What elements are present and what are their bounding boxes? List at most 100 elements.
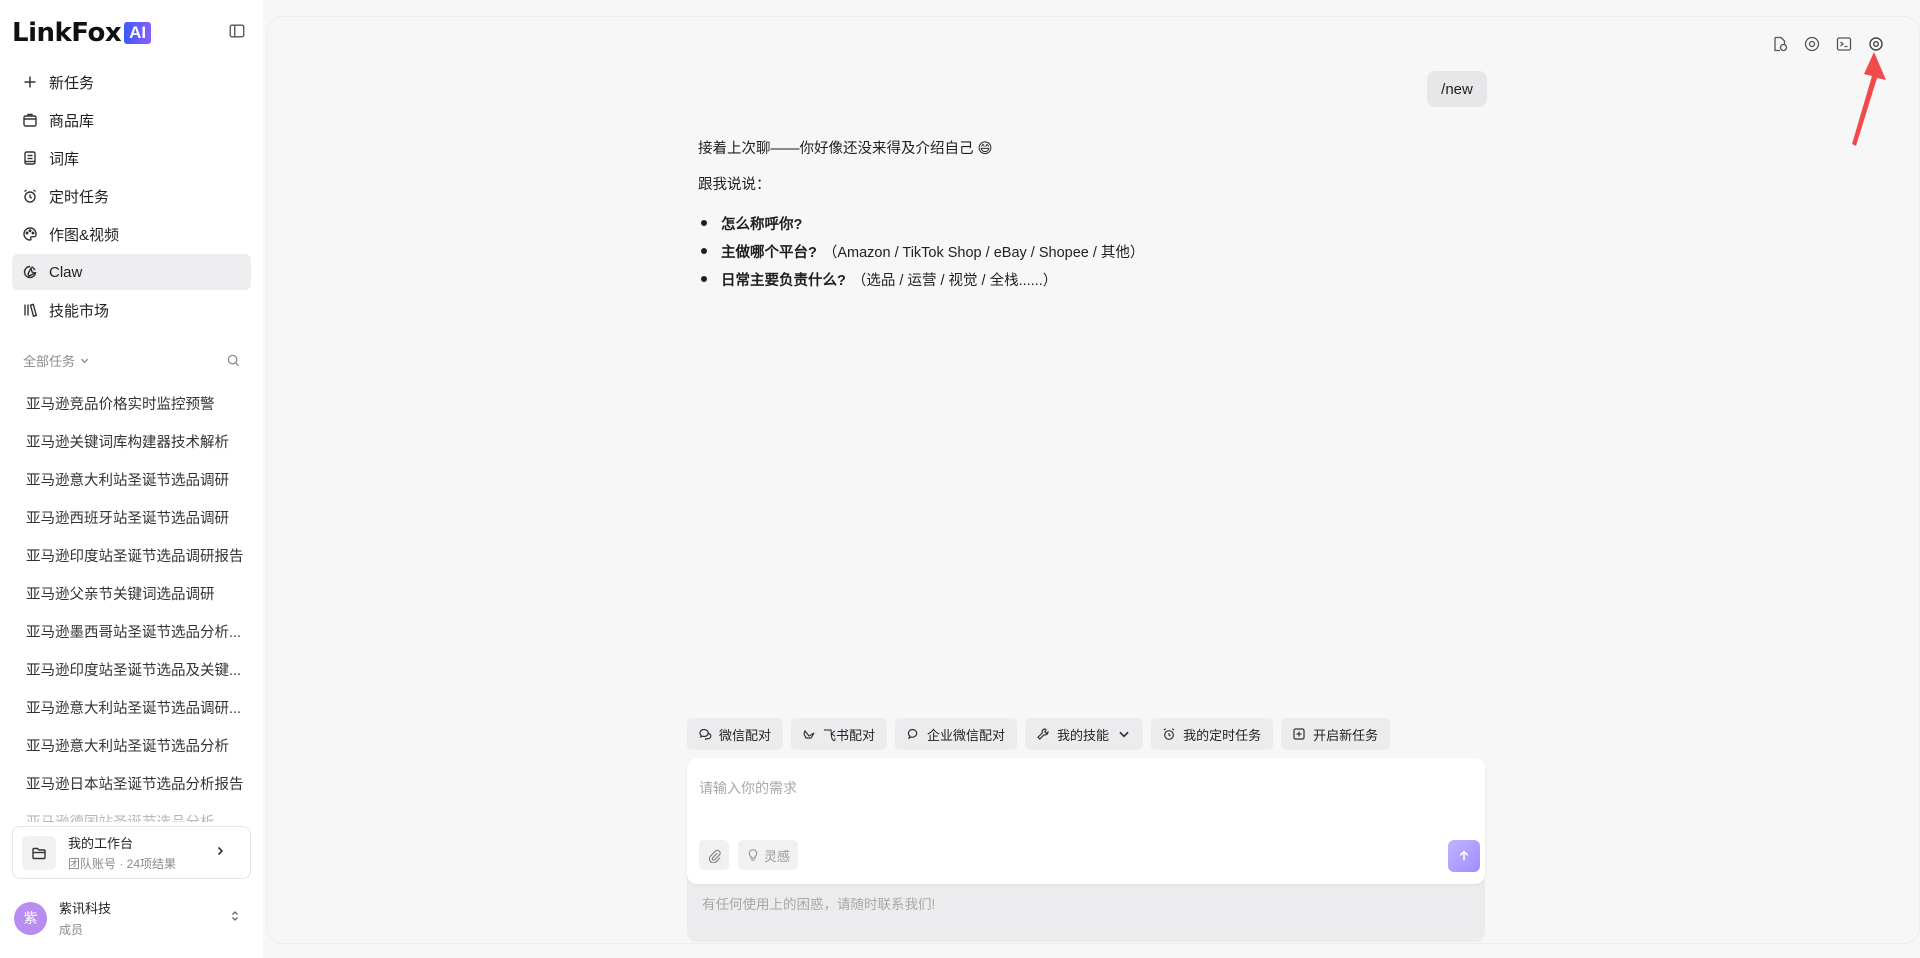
user-profile[interactable]: 紫 紫讯科技 成员 bbox=[14, 898, 249, 938]
logo-text: LinkFox bbox=[12, 18, 122, 48]
help-text: 有任何使用上的困惑，请随时联系我们! bbox=[702, 897, 936, 912]
claw-icon bbox=[22, 264, 38, 280]
wecom-pair-label: 企业微信配对 bbox=[927, 727, 1006, 743]
assistant-line: 跟我说说： bbox=[698, 177, 771, 193]
plus-square-icon bbox=[1293, 728, 1305, 740]
user-message-bubble: /new bbox=[1427, 71, 1487, 107]
question-detail: （选品 / 运营 / 视觉 / 全栈......） bbox=[851, 272, 1058, 289]
wecom-icon bbox=[907, 728, 918, 740]
task-filter-row: 全部任务 bbox=[23, 350, 241, 370]
workspace-title: 我的工作台 bbox=[68, 836, 134, 851]
main-nav: 新任务 商品库 词库 定时任务 作图&视频 Claw 技能市场 bbox=[12, 64, 251, 330]
folder-icon bbox=[22, 835, 56, 870]
logo[interactable]: LinkFox AI bbox=[12, 18, 152, 48]
prompt-input[interactable] bbox=[699, 768, 1469, 808]
nav-label: 技能市场 bbox=[49, 302, 110, 320]
alarm-icon bbox=[1163, 728, 1175, 740]
nav-product-library[interactable]: 商品库 bbox=[12, 102, 251, 138]
lightbulb-icon bbox=[748, 849, 758, 861]
task-history-item[interactable]: 亚马逊印度站圣诞节选品调研报告 bbox=[12, 538, 251, 576]
task-filter-label: 全部任务 bbox=[23, 353, 76, 369]
nav-skill-market[interactable]: 技能市场 bbox=[12, 292, 251, 328]
question-bold: 怎么称呼你? bbox=[721, 216, 803, 233]
wechat-icon bbox=[699, 728, 712, 741]
composer: 灵感 bbox=[687, 758, 1485, 884]
sidebar: LinkFox AI 新任务 商品库 词库 定时任务 作图&视频 Claw 技能… bbox=[0, 0, 263, 958]
nav-label: 商品库 bbox=[49, 112, 95, 130]
annotation-arrow-icon bbox=[1852, 52, 1886, 146]
chevron-down-icon bbox=[80, 358, 89, 363]
workspace-card[interactable]: 我的工作台 团队账号 · 24项结果 bbox=[12, 826, 251, 879]
list-item: 日常主要负责什么? （选品 / 运营 / 视觉 / 全栈......） bbox=[698, 265, 1398, 293]
attach-button[interactable] bbox=[699, 840, 729, 870]
task-history-list: 亚马逊竞品价格实时监控预警 亚马逊关键词库构建器技术解析 亚马逊意大利站圣诞节选… bbox=[12, 386, 251, 822]
question-bold: 日常主要负责什么? bbox=[721, 272, 846, 289]
chevron-right-icon bbox=[217, 846, 224, 856]
task-history-item[interactable]: 亚马逊意大利站圣诞节选品调研 bbox=[12, 462, 251, 500]
nav-claw[interactable]: Claw bbox=[12, 254, 251, 290]
alarm-icon bbox=[22, 188, 38, 204]
nav-new-task[interactable]: 新任务 bbox=[12, 64, 251, 100]
palette-icon bbox=[22, 226, 38, 242]
quick-actions: 微信配对 飞书配对 企业微信配对 我的技能 我的定时任务 开启新任务 bbox=[687, 718, 1398, 750]
task-history-item[interactable]: 亚马逊墨西哥站圣诞节选品分析... bbox=[12, 614, 251, 652]
target-icon[interactable] bbox=[1803, 35, 1821, 53]
wrench-icon bbox=[1037, 728, 1049, 740]
user-role: 成员 bbox=[59, 923, 84, 937]
wechat-pair-button[interactable]: 微信配对 bbox=[687, 718, 784, 750]
nav-lexicon[interactable]: 词库 bbox=[12, 140, 251, 176]
task-history-item[interactable]: 亚马逊关键词库构建器技术解析 bbox=[12, 424, 251, 462]
task-history-item[interactable]: 亚马逊日本站圣诞节选品分析报告 bbox=[12, 766, 251, 804]
chevron-up-down-icon[interactable] bbox=[229, 910, 241, 922]
my-scheduled-tasks-label: 我的定时任务 bbox=[1183, 727, 1262, 743]
feishu-icon bbox=[803, 729, 815, 739]
file-sync-icon[interactable] bbox=[1771, 35, 1789, 53]
paperclip-icon bbox=[708, 849, 721, 863]
nav-scheduled-tasks[interactable]: 定时任务 bbox=[12, 178, 251, 214]
nav-label: 新任务 bbox=[49, 74, 95, 92]
my-skills-dropdown[interactable]: 我的技能 bbox=[1025, 718, 1144, 750]
workspace-subtitle: 团队账号 · 24项结果 bbox=[68, 857, 177, 871]
arrow-up-icon bbox=[1459, 850, 1469, 861]
logo-badge: AI bbox=[124, 22, 152, 44]
library-icon bbox=[22, 302, 38, 318]
nav-image-video[interactable]: 作图&视频 bbox=[12, 216, 251, 252]
assistant-message: 接着上次聊——你好像还没来得及介绍自己 😄 跟我说说： 怎么称呼你? 主做哪个平… bbox=[698, 137, 1398, 293]
task-history-item[interactable]: 亚马逊西班牙站圣诞节选品调研 bbox=[12, 500, 251, 538]
task-history-item[interactable]: 亚马逊印度站圣诞节选品及关键... bbox=[12, 652, 251, 690]
task-filter-dropdown[interactable]: 全部任务 bbox=[23, 351, 90, 370]
chat-panel: /new 接着上次聊——你好像还没来得及介绍自己 😄 跟我说说： 怎么称呼你? … bbox=[267, 16, 1920, 944]
list-item: 主做哪个平台? （Amazon / TikTok Shop / eBay / Sh… bbox=[698, 237, 1398, 265]
nav-label: 作图&视频 bbox=[49, 226, 120, 244]
nav-label: Claw bbox=[49, 263, 83, 281]
assistant-question-list: 怎么称呼你? 主做哪个平台? （Amazon / TikTok Shop / eB… bbox=[698, 209, 1398, 293]
wecom-pair-button[interactable]: 企业微信配对 bbox=[895, 718, 1018, 750]
task-history-item[interactable]: 亚马逊意大利站圣诞节选品调研... bbox=[12, 690, 251, 728]
chevron-down-icon bbox=[1119, 731, 1129, 738]
feishu-pair-button[interactable]: 飞书配对 bbox=[791, 718, 888, 750]
assistant-line: 接着上次聊——你好像还没来得及介绍自己 😄 bbox=[698, 141, 993, 157]
nav-label: 词库 bbox=[49, 150, 80, 168]
avatar: 紫 bbox=[14, 901, 47, 935]
inspiration-button[interactable]: 灵感 bbox=[738, 840, 799, 870]
search-icon[interactable] bbox=[226, 353, 241, 368]
open-new-task-button[interactable]: 开启新任务 bbox=[1281, 718, 1391, 750]
send-button[interactable] bbox=[1448, 840, 1480, 872]
list-item: 怎么称呼你? bbox=[698, 209, 1398, 237]
plus-icon bbox=[22, 74, 38, 90]
feishu-pair-label: 飞书配对 bbox=[823, 727, 876, 743]
sidebar-toggle-icon[interactable] bbox=[228, 22, 248, 42]
user-name: 紫讯科技 bbox=[59, 901, 112, 916]
open-new-task-label: 开启新任务 bbox=[1313, 727, 1379, 743]
book-icon bbox=[22, 150, 38, 166]
task-history-item[interactable]: 亚马逊意大利站圣诞节选品分析 bbox=[12, 728, 251, 766]
wechat-pair-label: 微信配对 bbox=[719, 727, 772, 743]
task-history-item[interactable]: 亚马逊父亲节关键词选品调研 bbox=[12, 576, 251, 614]
task-history-item[interactable]: 亚马逊竞品价格实时监控预警 bbox=[12, 386, 251, 424]
my-scheduled-tasks-button[interactable]: 我的定时任务 bbox=[1151, 718, 1274, 750]
inspiration-label: 灵感 bbox=[764, 848, 791, 864]
question-detail: （Amazon / TikTok Shop / eBay / Shopee / … bbox=[822, 244, 1145, 261]
task-history-item[interactable]: 亚马逊德国站圣诞节选品分析... bbox=[12, 804, 251, 822]
question-bold: 主做哪个平台? bbox=[721, 244, 817, 261]
my-skills-label: 我的技能 bbox=[1057, 727, 1110, 743]
